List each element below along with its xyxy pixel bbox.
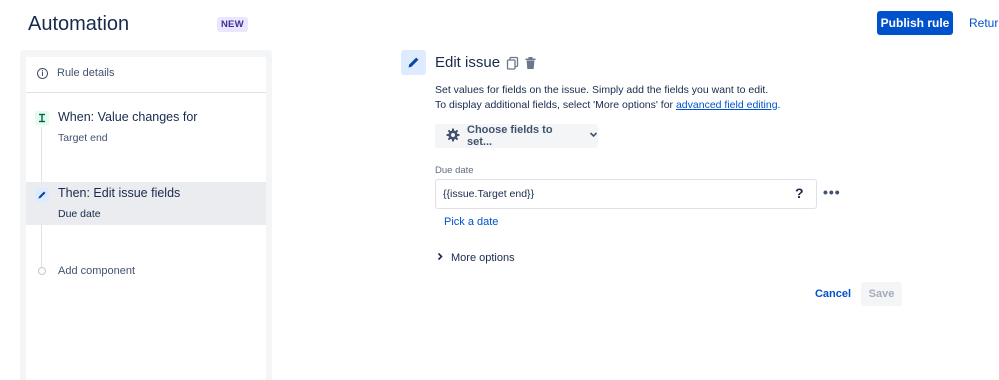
action-subtitle: Due date — [58, 208, 101, 220]
pencil-icon — [35, 188, 49, 202]
pencil-icon — [401, 50, 426, 75]
choose-fields-label: Choose fields to set... — [467, 124, 553, 148]
rule-details-label: Rule details — [57, 67, 115, 79]
editor-description: Set values for fields on the issue. Simp… — [435, 84, 769, 96]
trigger-title[interactable]: When: Value changes for — [58, 110, 197, 124]
editor-description-advanced: To display additional fields, select 'Mo… — [435, 99, 780, 111]
editor-title: Edit issue — [435, 54, 501, 71]
copy-icon[interactable] — [506, 56, 519, 75]
rule-details-item[interactable]: i Rule details — [37, 67, 114, 79]
desc-prefix: To display additional fields, select 'Mo… — [435, 99, 676, 111]
chevron-right-icon — [436, 252, 444, 264]
trigger-subtitle: Target end — [58, 132, 108, 144]
return-link[interactable]: Return — [969, 16, 999, 30]
more-icon[interactable]: ••• — [823, 184, 841, 200]
gear-icon — [446, 128, 460, 145]
save-button[interactable]: Save — [861, 282, 902, 306]
more-options-toggle[interactable]: More options — [436, 252, 515, 264]
publish-rule-button[interactable]: Publish rule — [877, 11, 953, 35]
trash-icon[interactable] — [524, 56, 537, 75]
chevron-down-icon — [589, 130, 598, 142]
cancel-button[interactable]: Cancel — [811, 282, 855, 306]
new-badge: NEW — [217, 17, 248, 32]
sidebar-divider — [26, 92, 266, 93]
advanced-field-editing-link[interactable]: advanced field editing — [676, 99, 778, 111]
action-title[interactable]: Then: Edit issue fields — [58, 186, 180, 200]
due-date-label: Due date — [435, 165, 474, 176]
help-icon[interactable]: ? — [795, 185, 804, 201]
due-date-input[interactable]: {{issue.Target end}} — [435, 179, 817, 209]
pick-a-date-link[interactable]: Pick a date — [444, 216, 498, 228]
trigger-icon — [35, 111, 49, 125]
desc-suffix: . — [777, 99, 781, 111]
timeline-line — [41, 127, 42, 182]
more-options-label: More options — [451, 252, 515, 264]
choose-fields-dropdown[interactable]: Choose fields to set... — [435, 124, 598, 148]
info-icon: i — [37, 67, 48, 79]
add-component-button[interactable]: Add component — [58, 265, 135, 277]
timeline-line — [41, 225, 42, 267]
add-component-dot-icon — [38, 267, 46, 275]
page-title: Automation — [28, 13, 130, 35]
